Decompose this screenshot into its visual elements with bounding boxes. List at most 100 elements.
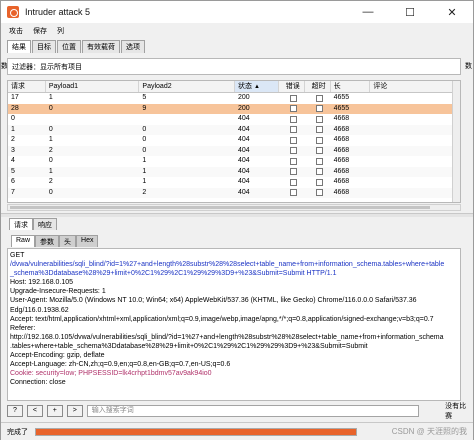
checkbox (289, 136, 297, 144)
cell-length: 4668 (333, 167, 350, 175)
scroll-thumb[interactable] (10, 206, 430, 209)
tab-results[interactable]: 结果 (7, 40, 31, 53)
cell-payload1: 2 (48, 178, 53, 185)
search-input[interactable]: 输入搜索字词 (86, 405, 420, 417)
table-row[interactable]: 0 404 4668 (8, 114, 460, 125)
tab-hex[interactable]: Hex (76, 235, 99, 247)
cell-timeout (305, 104, 331, 115)
table-row[interactable]: 7 0 2 404 4668 (8, 187, 460, 198)
cell-length: 4668 (333, 178, 350, 185)
tab-payloads[interactable]: 有效载荷 (82, 40, 120, 53)
request-line: _schema%3Ddatabase%28%29+limit+0%2C1%29%… (10, 270, 337, 278)
menu-attack[interactable]: 攻击 (9, 26, 23, 36)
col-request[interactable]: 请求 (8, 81, 46, 92)
close-icon[interactable]: ✕ (437, 1, 467, 23)
menu-save[interactable]: 保存 (33, 26, 47, 36)
col-error[interactable]: 错误 (279, 81, 305, 92)
tab-request[interactable]: 请求 (9, 218, 33, 230)
cell-error (279, 104, 305, 115)
tab-raw[interactable]: Raw (11, 235, 36, 247)
col-status[interactable]: 状态 ▲ (234, 81, 279, 92)
table-row[interactable]: 6 2 1 404 4668 (8, 177, 460, 188)
cell-length: 4668 (333, 157, 350, 164)
checkbox (315, 115, 323, 123)
cell-length: 4668 (333, 188, 350, 196)
cell-payload1 (46, 114, 140, 125)
table-row[interactable]: 1 0 0 404 4668 (8, 124, 460, 136)
cell-error (279, 125, 305, 136)
cell-payload1: 2 (48, 146, 53, 154)
sort-arrow-icon: ▲ (253, 84, 260, 90)
cell-payload2: 1 (142, 178, 147, 185)
pane-splitter[interactable] (1, 213, 473, 217)
filter-text: 过滤器：显示所有项目 (12, 63, 82, 71)
tab-params[interactable]: 参数 (35, 235, 60, 247)
help-button[interactable]: ? (7, 405, 23, 417)
view-tabs: Raw 参数 头 Hex (11, 235, 99, 247)
table-row[interactable]: 2 1 0 404 4668 (8, 135, 460, 146)
cell-payload1: 1 (48, 94, 53, 101)
tab-positions[interactable]: 位置 (57, 40, 81, 53)
table-row[interactable]: 3 2 0 404 4668 (8, 145, 460, 157)
table-horizontal-scrollbar[interactable] (7, 204, 461, 211)
tab-headers[interactable]: 头 (59, 235, 77, 247)
cell-error (279, 146, 305, 157)
col-comment[interactable]: 评论 (370, 81, 460, 92)
request-line: /dvwa/vulnerabilities/sqli_blind/?id=1%2… (10, 261, 445, 269)
cell-request: 0 (11, 115, 15, 122)
cell-status: 404 (237, 146, 250, 154)
cell-comment (370, 114, 460, 125)
cell-request: 4 (11, 157, 15, 164)
cell-length: 4668 (333, 136, 350, 143)
cell-payload2: 5 (142, 94, 147, 101)
request-line: Edg/116.0.1938.62 (10, 306, 69, 314)
cell-payload1: 1 (48, 136, 53, 143)
intruder-window: Intruder attack 5 — ☐ ✕ 攻击 保存 列 结果 目标 位置… (0, 0, 474, 440)
add-button[interactable]: + (46, 405, 63, 417)
cell-payload2: 0 (142, 136, 147, 143)
maximize-icon[interactable]: ☐ (395, 1, 425, 23)
table-row[interactable]: 17 1 5 200 4655 (8, 93, 460, 104)
title-bar: Intruder attack 5 — ☐ ✕ (1, 1, 473, 23)
cell-length: 4655 (333, 104, 350, 112)
search-bar: ? < + > 输入搜索字词 没有比赛 (7, 403, 473, 420)
minimize-icon[interactable]: — (353, 1, 383, 23)
menu-columns[interactable]: 列 (57, 26, 64, 36)
next-button[interactable]: > (66, 405, 83, 417)
window-title: Intruder attack 5 (25, 7, 91, 17)
cell-status: 404 (237, 188, 250, 196)
table-row[interactable]: 28 0 9 200 4655 (8, 103, 460, 115)
cell-timeout (305, 156, 331, 167)
cell-error (279, 135, 305, 146)
cell-request: 5 (11, 167, 15, 175)
request-line: Referer: (10, 324, 36, 332)
request-line: User-Agent: Mozilla/5.0 (Windows NT 10.0… (10, 297, 417, 305)
progress-fill (36, 429, 356, 435)
cell-status: 404 (237, 157, 250, 164)
request-line: Cookie: security=low; PHPSESSID=lk4crhpt… (10, 370, 212, 378)
cell-request: 6 (11, 178, 15, 185)
col-length[interactable]: 长 (331, 81, 371, 92)
table-vertical-scrollbar[interactable] (452, 81, 460, 202)
checkbox (289, 94, 297, 102)
col-payload1[interactable]: Payload1 (46, 81, 140, 92)
tab-response[interactable]: 响应 (33, 218, 57, 230)
tab-target[interactable]: 目标 (32, 40, 56, 53)
col-timeout[interactable]: 超时 (305, 81, 331, 92)
cell-request: 1 (11, 125, 15, 133)
prev-button[interactable]: < (26, 405, 43, 417)
table-row[interactable]: 5 1 1 404 4668 (8, 166, 460, 178)
request-raw-panel[interactable]: GET /dvwa/vulnerabilities/sqli_blind/?id… (7, 248, 461, 401)
results-table: 请求 Payload1 Payload2 状态 ▲ 错误 超时 长 评论 17 1… (7, 80, 461, 203)
cell-comment (370, 167, 460, 178)
req-resp-tabs: 请求 响应 (9, 218, 57, 230)
checkbox (289, 105, 297, 112)
checkbox (315, 189, 323, 196)
tab-options[interactable]: 选项 (121, 40, 145, 53)
filter-bar[interactable]: 过滤器：显示所有项目 (7, 58, 461, 75)
cell-status: 404 (237, 125, 250, 133)
cell-payload2: 1 (142, 157, 147, 164)
checkbox (289, 147, 297, 154)
col-payload2[interactable]: Payload2 (139, 81, 235, 92)
table-row[interactable]: 4 0 1 404 4668 (8, 156, 460, 167)
